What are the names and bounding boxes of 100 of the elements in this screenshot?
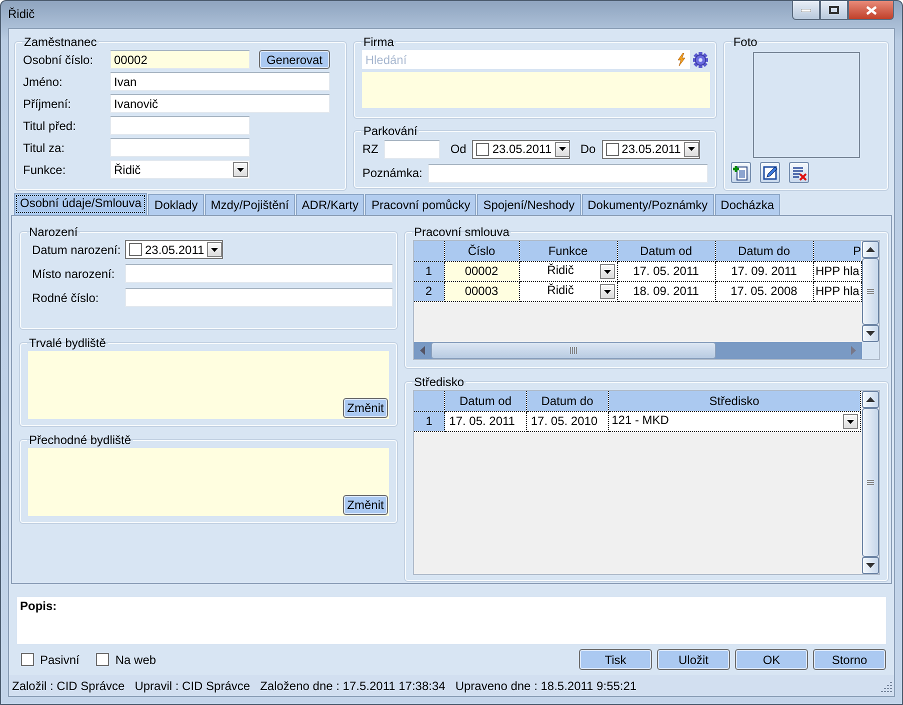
horizontal-scrollbar[interactable] <box>414 342 862 359</box>
input-field[interactable] <box>384 140 440 158</box>
description-field[interactable]: Popis: <box>17 597 886 644</box>
input-field[interactable] <box>110 116 250 135</box>
add-photo-button[interactable] <box>731 162 752 183</box>
input-field[interactable]: 00002 <box>110 50 250 69</box>
edit-photo-button[interactable] <box>760 162 780 183</box>
combo-value: Řidič <box>114 162 142 176</box>
field-label: Datum narození: <box>32 242 122 256</box>
field-label: Jméno: <box>23 74 64 88</box>
column-header[interactable]: Datum do <box>715 241 813 261</box>
minimize-button[interactable] <box>792 1 820 20</box>
field-label: Místo narození: <box>32 266 116 280</box>
scroll-thumb[interactable] <box>431 342 716 359</box>
tab[interactable]: Pracovní pomůcky <box>365 194 476 215</box>
row-header[interactable]: 1 <box>414 411 445 431</box>
column-header[interactable]: Datum do <box>526 391 608 411</box>
change-button[interactable]: Změnit <box>343 495 388 515</box>
vertical-scrollbar[interactable] <box>862 241 878 342</box>
vertical-scrollbar[interactable] <box>862 391 878 574</box>
change-button[interactable]: Změnit <box>343 398 388 418</box>
group-title: Trvalé bydliště <box>28 336 107 350</box>
scroll-up-button[interactable] <box>862 241 878 258</box>
tab[interactable]: Docházka <box>714 194 780 215</box>
arrow-down-icon <box>866 331 874 336</box>
field-label: Poznámka: <box>362 166 422 180</box>
tab[interactable]: Mzdy/Pojištění <box>204 194 295 215</box>
input-field[interactable]: Ivanovič <box>110 94 330 113</box>
cell-text: Řidič <box>546 283 575 297</box>
dropdown-button[interactable] <box>600 284 614 299</box>
checkbox-label[interactable]: Pasivní <box>40 652 80 667</box>
dropdown-button[interactable] <box>207 242 222 257</box>
scroll-down-button[interactable] <box>862 557 878 574</box>
combo-cell[interactable]: 121 - MKD <box>608 411 860 431</box>
scroll-thumb[interactable] <box>862 408 878 557</box>
tab[interactable]: Doklady <box>148 194 204 215</box>
column-header[interactable]: Středisko <box>608 391 860 411</box>
caret-icon <box>558 147 566 151</box>
generate-button[interactable]: Generovat <box>259 50 330 69</box>
group-title: Parkování <box>362 124 418 138</box>
search-field[interactable]: Hledání <box>362 50 690 69</box>
combo-cell[interactable]: Řidič <box>519 281 617 301</box>
group-title: Zaměstnanec <box>23 35 98 49</box>
combo-box[interactable]: Řidič <box>110 160 250 179</box>
caret-icon <box>688 147 695 151</box>
column-header[interactable]: P <box>813 241 861 261</box>
close-icon <box>866 6 876 14</box>
gear-icon <box>693 52 708 68</box>
action-button[interactable]: Tisk <box>579 649 652 670</box>
group-title: Středisko <box>413 375 466 389</box>
table-cell: 17. 05. 2011 <box>617 261 715 281</box>
date-picker[interactable]: 23.05.2011 <box>602 140 700 158</box>
table-cell: 17. 09. 2011 <box>715 261 813 281</box>
checkbox[interactable] <box>476 142 490 156</box>
tab[interactable]: Dokumenty/Poznámky <box>582 194 714 215</box>
scroll-down-button[interactable] <box>862 325 878 342</box>
input-field[interactable]: Ivan <box>110 72 330 91</box>
column-header[interactable]: Datum od <box>617 241 715 261</box>
maximize-button[interactable] <box>820 1 848 20</box>
scroll-up-button[interactable] <box>862 391 878 408</box>
input-field[interactable] <box>125 288 393 307</box>
action-button[interactable]: OK <box>735 649 808 670</box>
field-label: RZ <box>362 142 378 156</box>
checkbox[interactable] <box>606 142 619 156</box>
tab[interactable]: Osobní údaje/Smlouva <box>14 193 148 215</box>
dropdown-button[interactable] <box>684 142 699 156</box>
delete-photo-button[interactable] <box>789 162 810 183</box>
row-header[interactable]: 1 <box>414 261 444 281</box>
date-value: 23.05.2011 <box>492 142 552 156</box>
input-field[interactable] <box>125 264 393 283</box>
field-label: Osobní číslo: <box>23 52 94 66</box>
scroll-thumb[interactable] <box>862 258 878 325</box>
cell-text: Řidič <box>546 263 575 277</box>
action-button[interactable]: Uložit <box>657 649 730 670</box>
field-label: Titul za: <box>23 140 66 154</box>
date-picker[interactable]: 23.05.2011 <box>472 140 570 158</box>
checkbox[interactable] <box>21 653 34 666</box>
combo-cell[interactable]: Řidič <box>519 261 617 281</box>
column-header[interactable]: Číslo <box>444 241 519 261</box>
column-header[interactable]: Funkce <box>519 241 617 261</box>
checkbox[interactable] <box>96 653 110 666</box>
input-field[interactable] <box>428 164 708 182</box>
date-picker[interactable]: 23.05.2011 <box>125 240 223 259</box>
dropdown-button[interactable] <box>233 162 248 177</box>
minimize-icon <box>801 8 811 12</box>
dropdown-button[interactable] <box>600 264 614 279</box>
close-button[interactable] <box>848 1 894 20</box>
dropdown-button[interactable] <box>843 414 858 429</box>
caret-icon <box>211 248 218 252</box>
dropdown-button[interactable] <box>554 142 570 156</box>
input-field[interactable] <box>110 138 250 157</box>
field-label: Do <box>580 142 596 156</box>
tab[interactable]: ADR/Karty <box>296 194 364 215</box>
column-header[interactable]: Datum od <box>444 391 526 411</box>
row-header[interactable]: 2 <box>414 281 444 301</box>
checkbox[interactable] <box>129 243 142 256</box>
action-button[interactable]: Storno <box>813 649 886 670</box>
checkbox-label[interactable]: Na web <box>115 652 156 667</box>
arrow-down-icon <box>866 563 874 568</box>
tab[interactable]: Spojení/Neshody <box>477 194 581 215</box>
